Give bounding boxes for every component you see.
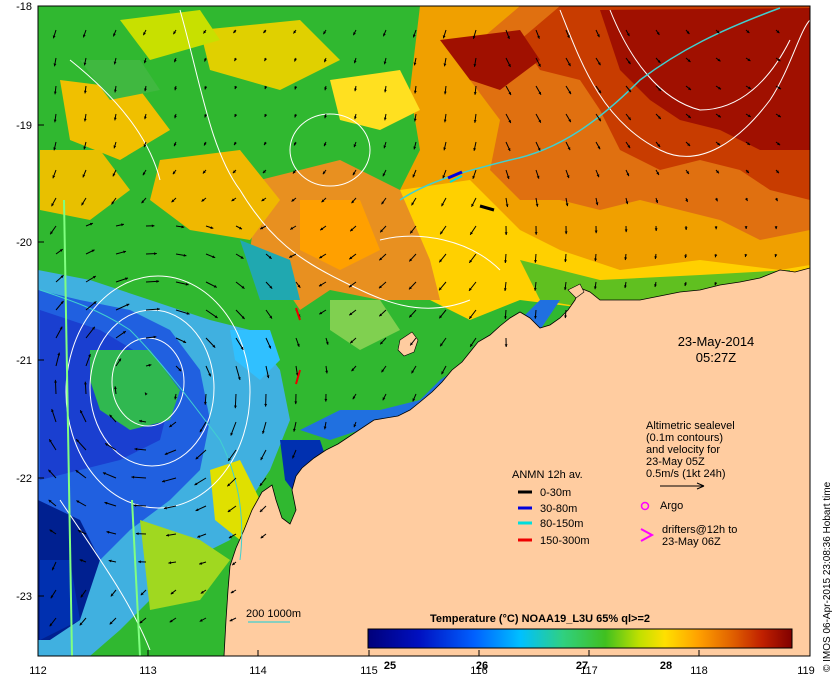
argo-label: Argo bbox=[660, 500, 683, 512]
legend-title: ANMN 12h av. bbox=[512, 469, 583, 481]
depth-key-label: 200 1000m bbox=[246, 608, 301, 620]
x-tick-label: 119 bbox=[797, 665, 815, 677]
colorbar-tick: 26 bbox=[476, 660, 488, 672]
info-line: 23-May 05Z bbox=[646, 456, 705, 468]
x-tick-label: 113 bbox=[139, 665, 157, 677]
drifters-label: drifters@12h to bbox=[662, 524, 737, 536]
y-tick-label: -23 bbox=[16, 591, 32, 603]
x-tick-label: 112 bbox=[29, 665, 47, 677]
colorbar-tick: 28 bbox=[660, 660, 672, 672]
colorbar-tick: 25 bbox=[384, 660, 396, 672]
time-label: 05:27Z bbox=[696, 350, 737, 365]
y-tick-label: -21 bbox=[16, 355, 32, 367]
legend-item-label: 30-80m bbox=[540, 503, 577, 515]
x-tick-label: 118 bbox=[690, 665, 708, 677]
credit-text: © IMOS 06-Apr-2015 23:08:36 Hobart time bbox=[822, 481, 833, 672]
y-tick-label: -19 bbox=[16, 120, 32, 132]
legend-item-label: 80-150m bbox=[540, 518, 583, 530]
legend-item-label: 150-300m bbox=[540, 535, 590, 547]
info-line: (0.1m contours) bbox=[646, 432, 723, 444]
info-line: 0.5m/s (1kt 24h) bbox=[646, 468, 725, 480]
date-label: 23-May-2014 bbox=[678, 334, 755, 349]
legend-item-label: 0-30m bbox=[540, 487, 571, 499]
info-line: Altimetric sealevel bbox=[646, 420, 735, 432]
info-line: and velocity for bbox=[646, 444, 720, 456]
colorbar-tick: 27 bbox=[576, 660, 588, 672]
y-tick-label: -20 bbox=[16, 237, 32, 249]
colorbar-title: Temperature (°C) NOAA19_L3U 65% ql>=2 bbox=[430, 613, 650, 625]
drifters-label: 23-May 06Z bbox=[662, 536, 721, 548]
sst-map: 112 113 114 115 116 117 118 119 -18 -19 … bbox=[16, 1, 833, 677]
x-tick-label: 115 bbox=[360, 665, 378, 677]
colorbar-gradient bbox=[367, 628, 793, 649]
depth-key: 200 1000m bbox=[246, 608, 301, 623]
y-tick-label: -18 bbox=[16, 1, 32, 13]
x-tick-label: 114 bbox=[249, 665, 267, 677]
y-tick-label: -22 bbox=[16, 473, 32, 485]
